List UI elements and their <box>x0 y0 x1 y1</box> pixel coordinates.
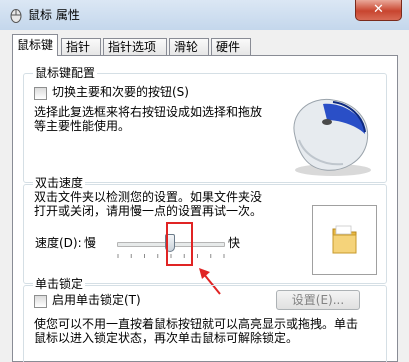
double-click-description-line1: 双击文件夹以检测您的设置。如果文件夹没 <box>34 190 263 204</box>
tab-pointers[interactable]: 指针 <box>61 38 101 55</box>
slow-label: 慢 <box>84 236 97 250</box>
swap-buttons-label[interactable]: 切换主要和次要的按钮(S) <box>52 85 189 100</box>
mouse-app-icon <box>10 9 22 23</box>
tab-label: 指针选项 <box>108 40 157 54</box>
title-bar[interactable]: 鼠标 属性 ✕ <box>0 0 409 30</box>
swap-description-line2: 等主要性能使用。 <box>34 119 131 133</box>
fast-label: 快 <box>228 236 241 250</box>
tab-hardware[interactable]: 硬件 <box>211 38 251 55</box>
click-lock-description-line2: 鼠标以进入锁定状态，再次单击鼠标可解除锁定。 <box>34 331 299 345</box>
tab-buttons[interactable]: 鼠标键 <box>12 34 58 56</box>
test-folder-area[interactable] <box>312 205 377 275</box>
tab-label: 指针 <box>66 40 91 54</box>
tab-label: 硬件 <box>216 40 241 54</box>
double-click-title: 双击速度 <box>33 176 86 190</box>
tab-panel-buttons: 鼠标键配置 切换主要和次要的按钮(S) 选择此复选框来将右按钮设成如选择和拖放 … <box>12 55 398 362</box>
speed-label: 速度(D): <box>35 236 82 250</box>
click-lock-label[interactable]: 启用单击锁定(T) <box>52 293 141 308</box>
tab-wheel[interactable]: 滑轮 <box>169 38 209 55</box>
click-lock-description-line1: 使您可以不用一直按着鼠标按钮就可以高亮显示或拖拽。单击 <box>34 317 359 331</box>
folder-icon[interactable] <box>330 224 360 256</box>
button-config-title: 鼠标键配置 <box>33 66 98 80</box>
double-click-description-line2: 打开或关闭，请用慢一点的设置再试一次。 <box>34 204 263 218</box>
window-title: 鼠标 属性 <box>28 8 80 22</box>
tab-label: 鼠标键 <box>17 38 54 52</box>
swap-description-line1: 选择此复选框来将右按钮设成如选择和拖放 <box>34 105 263 119</box>
annotation-highlight-box <box>166 222 193 266</box>
click-lock-checkbox[interactable] <box>34 295 47 308</box>
close-button[interactable]: ✕ <box>355 0 402 21</box>
click-lock-settings-button[interactable]: 设置(E)... <box>276 290 360 310</box>
mouse-properties-window: 鼠标 属性 ✕ 鼠标键 指针 指针选项 滑轮 硬件 鼠标键配置 切换主要和次要的… <box>0 0 409 362</box>
mouse-illustration <box>293 98 371 176</box>
swap-buttons-checkbox[interactable] <box>34 87 47 100</box>
tab-label: 滑轮 <box>174 40 199 54</box>
click-lock-title: 单击锁定 <box>33 277 86 291</box>
tab-pointer-options[interactable]: 指针选项 <box>103 38 167 55</box>
close-icon: ✕ <box>373 2 384 17</box>
